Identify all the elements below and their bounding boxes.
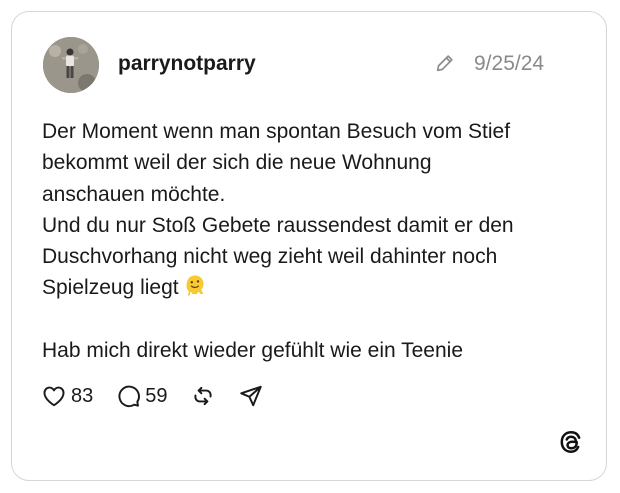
- threads-logo[interactable]: [558, 429, 584, 455]
- comment-icon: [118, 385, 141, 408]
- like-count: 83: [71, 384, 94, 407]
- username[interactable]: parrynotparry: [118, 52, 256, 76]
- like-button[interactable]: 83: [41, 383, 93, 409]
- avatar[interactable]: [43, 37, 99, 93]
- repost-icon: [193, 386, 212, 406]
- post-text-segment: Spielzeug liegt: [42, 276, 179, 300]
- post-text-line: Duschvorhang nicht weg zieht weil dahint…: [42, 245, 498, 269]
- pencil-icon: [436, 55, 453, 72]
- post-text-line-with-emoji: Spielzeug liegt: [42, 272, 582, 303]
- reply-count: 59: [145, 384, 168, 407]
- post-text-blank-line: [42, 304, 582, 335]
- post-text: Der Moment wenn man spontan Besuch vom S…: [42, 116, 582, 366]
- post-date: 9/25/24: [474, 52, 545, 75]
- post-text-line: Und du nur Stoß Gebete raussendest damit…: [42, 213, 514, 237]
- send-icon: [239, 385, 262, 407]
- share-button[interactable]: [238, 383, 264, 409]
- action-bar: 83 59: [41, 381, 286, 411]
- post-text-line: Hab mich direkt wieder gefühlt wie ein T…: [42, 339, 464, 363]
- post-text-line: anschauen möchte.: [42, 182, 226, 206]
- post-text-line: Der Moment wenn man spontan Besuch vom S…: [42, 120, 511, 143]
- repost-button[interactable]: [190, 383, 216, 409]
- post-card: parrynotparry 9/25/24 Der Moment wenn ma…: [11, 11, 607, 481]
- post-text-line: bekommt weil der sich die neue Wohnung: [42, 151, 432, 175]
- heart-icon: [43, 386, 65, 407]
- reply-button[interactable]: 59: [115, 383, 168, 409]
- melting-face-emoji: [186, 275, 204, 296]
